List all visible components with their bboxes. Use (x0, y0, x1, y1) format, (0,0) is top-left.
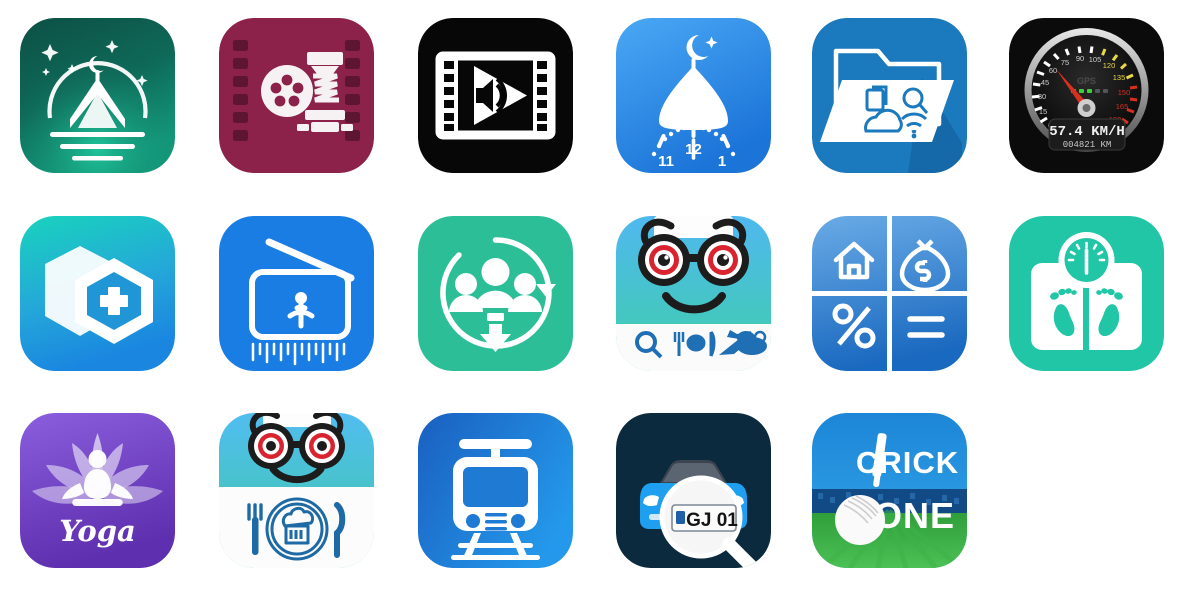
app-icon-video-mute[interactable] (418, 18, 573, 173)
app-icon-travel-guide[interactable] (616, 216, 771, 371)
app-icon-hexagon-plus[interactable] (20, 216, 175, 371)
yoga-wordmark: Yoga (59, 514, 136, 548)
icon-grid: 12 11 1 15 30 45 60 75 90 105 120 135 15… (0, 0, 1200, 589)
app-icon-train[interactable] (418, 413, 573, 568)
app-icon-loan-calculator[interactable] (812, 216, 967, 371)
clock-label-12: 12 (685, 141, 702, 158)
clock-label-11: 11 (658, 153, 674, 170)
svg-text:90: 90 (1076, 54, 1084, 63)
crick-wordmark: CRICK (856, 445, 959, 480)
app-icon-mosque-night[interactable] (20, 18, 175, 173)
svg-text:45: 45 (1041, 78, 1049, 87)
gps-status-label: GPS (1077, 76, 1096, 86)
app-icon-file-manager[interactable] (812, 18, 967, 173)
svg-text:60: 60 (1049, 66, 1057, 75)
app-icon-contacts-backup[interactable] (418, 216, 573, 371)
clock-label-1: 1 (718, 153, 726, 170)
app-icon-vehicle-lookup[interactable]: GJ 01 (616, 413, 771, 568)
svg-text:105: 105 (1089, 55, 1102, 64)
app-icon-restaurant-finder[interactable] (219, 413, 374, 568)
svg-text:75: 75 (1061, 58, 1069, 67)
svg-text:120: 120 (1103, 61, 1116, 70)
app-icon-crick-one[interactable]: CRICK ONE (812, 413, 967, 568)
svg-text:165: 165 (1116, 102, 1129, 111)
app-icon-weight-scale[interactable] (1009, 216, 1164, 371)
app-icon-video-compressor[interactable] (219, 18, 374, 173)
svg-text:15: 15 (1039, 107, 1047, 116)
one-wordmark: ONE (874, 495, 955, 536)
license-plate-text: GJ 01 (686, 510, 738, 531)
odometer-readout: 004821 KM (1063, 140, 1112, 150)
svg-text:30: 30 (1038, 92, 1046, 101)
app-icon-radio[interactable] (219, 216, 374, 371)
app-icon-yoga[interactable]: Yoga (20, 413, 175, 568)
app-icon-prayer-times[interactable]: 12 11 1 (616, 18, 771, 173)
speed-readout: 57.4 KM/H (1049, 124, 1125, 140)
app-icon-gps-speedometer[interactable]: 0 15 30 45 60 75 90 105 120 135 150 165 … (1009, 18, 1164, 173)
svg-text:135: 135 (1113, 73, 1126, 82)
svg-text:150: 150 (1118, 88, 1131, 97)
